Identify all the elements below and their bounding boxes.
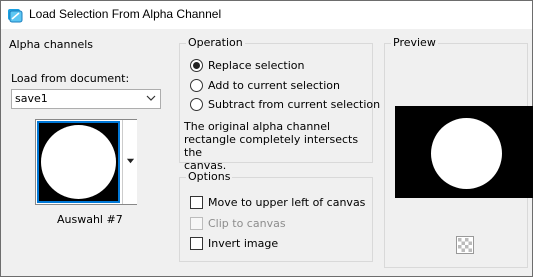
chevron-down-icon [146,95,156,101]
radio-add-selection[interactable]: Add to current selection [190,79,340,92]
preview-image [395,106,533,198]
checkbox [190,217,203,230]
document-dropdown[interactable]: save1 [11,89,161,109]
radio-label: Replace selection [208,59,305,72]
checkbox-label: Move to upper left of canvas [208,196,366,209]
checkbox[interactable] [190,237,203,250]
document-dropdown-value: save1 [15,92,48,105]
channel-thumbnail [37,121,120,203]
checkbox-label: Clip to canvas [208,217,286,230]
checkbox-invert-image[interactable]: Invert image [190,237,278,250]
description-line: rectangle completely intersects the [184,133,359,159]
operation-description: The original alpha channel rectangle com… [184,120,370,172]
description-line: The original alpha channel [184,120,331,133]
radio-label: Subtract from current selection [208,98,381,111]
radio-subtract-selection[interactable]: Subtract from current selection [190,98,380,111]
selection-app-icon [8,9,23,23]
selected-channel-name: Auswahl #7 [57,213,123,226]
transparency-checker-icon[interactable] [456,236,474,254]
thumbnail-circle [41,125,116,199]
window-title: Load Selection From Alpha Channel [29,7,222,21]
radio-label: Add to current selection [208,79,340,92]
thumbnail-dropdown-button[interactable] [122,120,137,204]
dialog-window: Load Selection From Alpha Channel Alpha … [0,0,533,277]
checkbox[interactable] [190,196,203,209]
operation-group-title: Operation [186,36,245,49]
checkbox-label: Invert image [208,237,279,250]
radio-button[interactable] [190,59,203,72]
radio-button[interactable] [190,79,203,92]
preview-circle [431,118,502,189]
radio-button[interactable] [190,98,203,111]
alpha-channels-heading: Alpha channels [9,38,94,51]
checkbox-move-upper-left[interactable]: Move to upper left of canvas [190,196,365,209]
radio-replace-selection[interactable]: Replace selection [190,59,304,72]
checkbox-clip-to-canvas: Clip to canvas [190,217,286,230]
triangle-down-icon [126,158,135,164]
preview-group-title: Preview [391,36,438,49]
options-group-title: Options [186,170,233,183]
title-bar: Load Selection From Alpha Channel [1,1,532,29]
load-from-label: Load from document: [11,72,130,85]
channel-thumbnail-picker[interactable] [35,119,137,205]
